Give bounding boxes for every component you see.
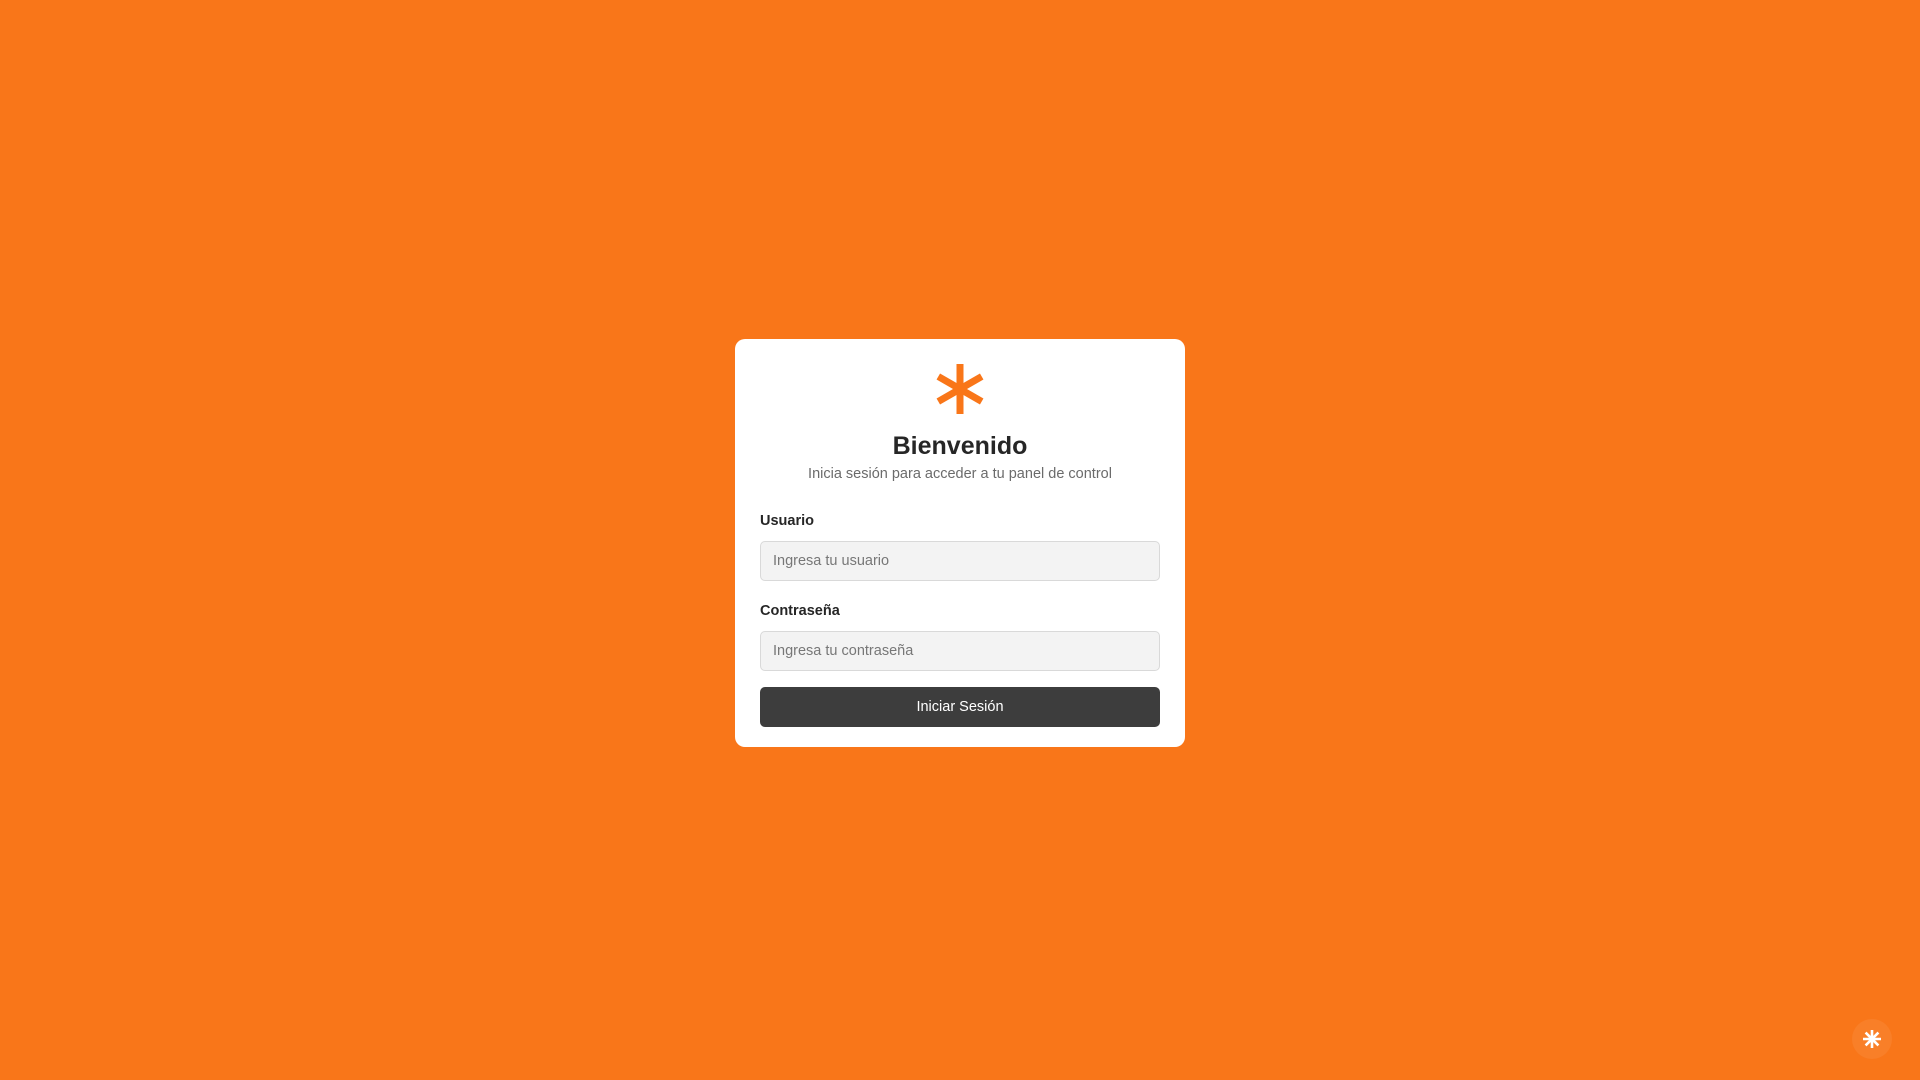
username-label: Usuario: [760, 513, 814, 529]
floating-action-button[interactable]: [1852, 1019, 1892, 1059]
password-input[interactable]: [760, 631, 1160, 671]
password-label: Contraseña: [760, 603, 840, 619]
login-card: Bienvenido Inicia sesión para acceder a …: [735, 339, 1185, 747]
page-subtitle: Inicia sesión para acceder a tu panel de…: [808, 466, 1112, 482]
page-title: Bienvenido: [892, 432, 1028, 460]
username-input[interactable]: [760, 541, 1160, 581]
login-button[interactable]: Iniciar Sesión: [760, 687, 1160, 727]
sparkle-icon: [1863, 1030, 1881, 1048]
logo: [760, 363, 1160, 415]
asterisk-icon: [936, 364, 984, 414]
login-page: Bienvenido Inicia sesión para acceder a …: [0, 0, 1920, 1080]
